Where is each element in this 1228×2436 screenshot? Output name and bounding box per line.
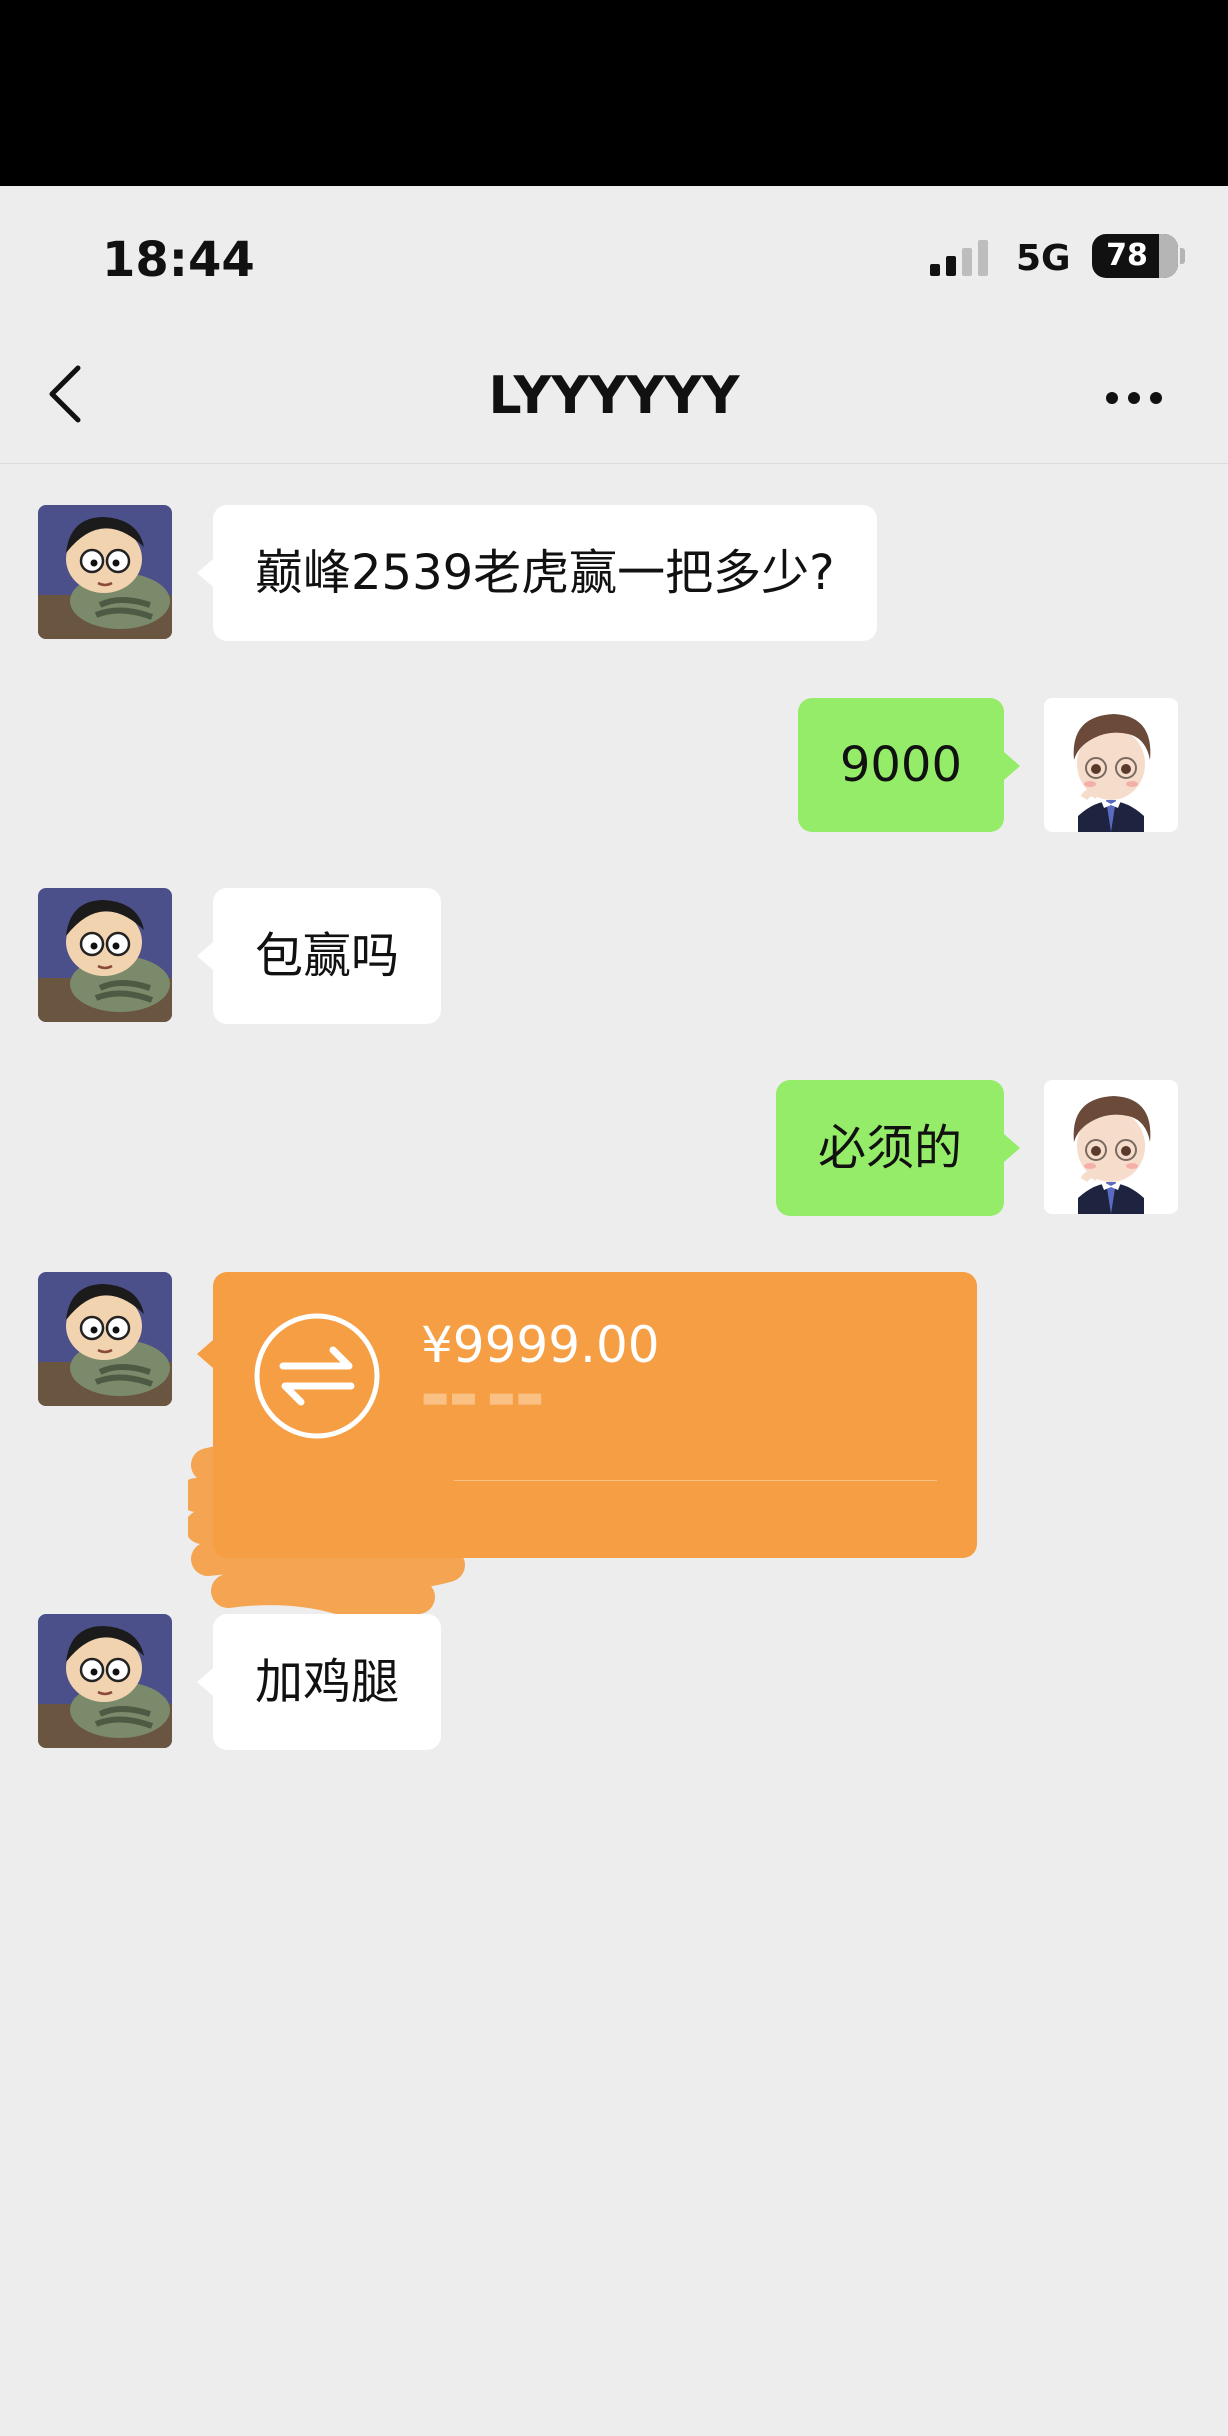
message-bubble-outgoing[interactable]: 必须的 <box>775 1080 1004 1216</box>
scribble-overlay <box>188 1445 478 1617</box>
more-button[interactable] <box>1098 368 1178 428</box>
message-bubble-incoming[interactable]: 包赢吗 <box>213 888 442 1024</box>
chat-title: LYYYYYY <box>488 366 740 426</box>
status-bar: 18:44 5G 78 <box>0 186 1228 328</box>
bubble-tail <box>1004 752 1020 780</box>
signal-icon <box>930 240 992 276</box>
transfer-amount: ¥9999.00 <box>421 1316 660 1374</box>
my-avatar[interactable] <box>1044 698 1178 832</box>
top-letterbox <box>0 0 1228 186</box>
contact-avatar[interactable] <box>38 505 172 639</box>
transfer-arrows-icon <box>253 1312 381 1440</box>
contact-avatar[interactable] <box>38 1614 172 1748</box>
message-bubble-incoming[interactable]: 加鸡腿 <box>213 1614 442 1750</box>
battery-tip <box>1180 248 1185 264</box>
battery-level: 78 <box>1106 238 1148 273</box>
bubble-tail <box>197 559 213 587</box>
contact-avatar[interactable] <box>38 888 172 1022</box>
bubble-tail <box>197 1668 213 1696</box>
bubble-tail <box>197 1340 213 1368</box>
status-time: 18:44 <box>102 232 255 288</box>
contact-avatar[interactable] <box>38 1272 172 1406</box>
chat-header: LYYYYYY <box>0 328 1228 464</box>
message-bubble-outgoing[interactable]: 9000 <box>797 698 1004 832</box>
network-label: 5G <box>1016 238 1071 279</box>
message-bubble-incoming[interactable]: 巅峰2539老虎赢一把多少? <box>213 505 877 641</box>
battery-icon: 78 <box>1092 234 1178 278</box>
bubble-tail <box>1004 1134 1020 1162</box>
bubble-tail <box>197 942 213 970</box>
transfer-status-obscured: ▬▬ ▬▬ <box>421 1380 544 1415</box>
more-dots-icon <box>1106 392 1162 404</box>
my-avatar[interactable] <box>1044 1080 1178 1214</box>
